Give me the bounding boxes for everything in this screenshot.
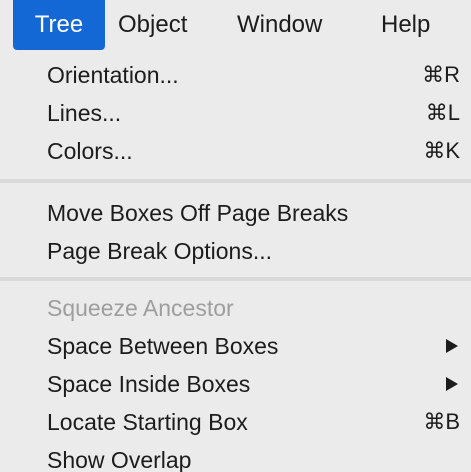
menubar-window[interactable]: Window xyxy=(237,0,322,50)
menu-item-space-between-boxes[interactable]: Space Between Boxes xyxy=(0,327,471,365)
menu-item-move-boxes-off-page-breaks[interactable]: Move Boxes Off Page Breaks xyxy=(0,194,471,232)
menu-item-label: Space Inside Boxes xyxy=(47,371,251,397)
menu-item-locate-starting-box[interactable]: Locate Starting Box ⌘B xyxy=(0,403,471,441)
menu-item-page-break-options[interactable]: Page Break Options... xyxy=(0,232,471,270)
menubar-object[interactable]: Object xyxy=(118,0,187,50)
menu-item-colors[interactable]: Colors... ⌘K xyxy=(0,132,471,170)
menu-item-show-overlap[interactable]: Show Overlap xyxy=(0,441,471,472)
shortcut-label: ⌘R xyxy=(422,62,460,87)
menu-item-label: Locate Starting Box xyxy=(47,409,248,435)
menu-item-orientation[interactable]: Orientation... ⌘R xyxy=(0,56,471,94)
menubar-help[interactable]: Help xyxy=(381,0,430,50)
submenu-arrow-icon xyxy=(446,339,458,353)
menu-item-label: Colors... xyxy=(47,138,133,164)
submenu-arrow-icon xyxy=(446,377,458,391)
menu-item-squeeze-ancestor: Squeeze Ancestor xyxy=(0,289,471,327)
menu-item-space-inside-boxes[interactable]: Space Inside Boxes xyxy=(0,365,471,403)
menu-item-label: Page Break Options... xyxy=(47,238,273,264)
menu-separator xyxy=(0,179,471,183)
menu-item-label: Show Overlap xyxy=(47,447,192,472)
menu-separator xyxy=(0,277,471,281)
menu-item-label: Space Between Boxes xyxy=(47,333,279,359)
menu-item-label: Lines... xyxy=(47,100,122,126)
shortcut-label: ⌘L xyxy=(425,100,460,125)
menubar-tree[interactable]: Tree xyxy=(13,0,105,50)
menu-item-label: Orientation... xyxy=(47,62,179,88)
tree-menu-dropdown: Orientation... ⌘R Lines... ⌘L Colors... … xyxy=(0,50,471,472)
shortcut-label: ⌘K xyxy=(423,138,460,163)
menu-bar: Tree Object Window Help xyxy=(0,0,471,50)
app-screen: Tree Object Window Help Orientation... ⌘… xyxy=(0,0,471,472)
menu-item-lines[interactable]: Lines... ⌘L xyxy=(0,94,471,132)
shortcut-label: ⌘B xyxy=(423,409,460,434)
menu-item-label: Move Boxes Off Page Breaks xyxy=(47,200,349,226)
menu-item-label: Squeeze Ancestor xyxy=(47,295,234,321)
